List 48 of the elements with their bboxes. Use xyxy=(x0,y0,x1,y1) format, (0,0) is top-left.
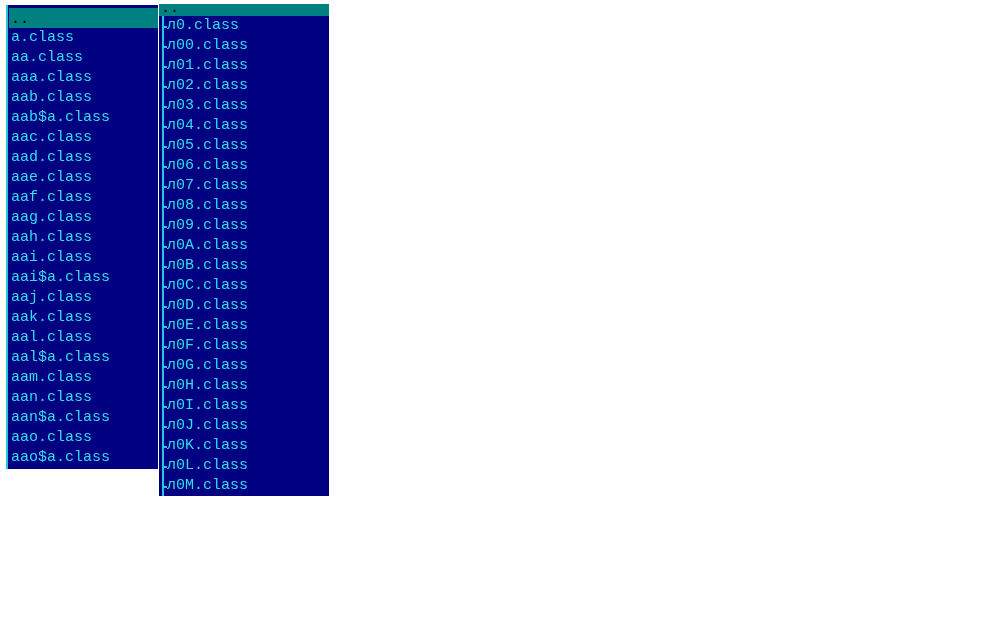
file-entry[interactable]: л0A.class xyxy=(164,236,329,256)
file-entry[interactable]: л0G.class xyxy=(164,356,329,376)
file-entry[interactable]: aab.class xyxy=(9,88,158,108)
file-entry[interactable]: aak.class xyxy=(9,308,158,328)
file-entry[interactable]: л01.class xyxy=(164,56,329,76)
file-entry[interactable]: л07.class xyxy=(164,176,329,196)
file-entry[interactable]: aad.class xyxy=(9,148,158,168)
file-entry[interactable]: л0.class xyxy=(164,16,329,36)
file-entry[interactable]: aal.class xyxy=(9,328,158,348)
file-entry[interactable]: л0C.class xyxy=(164,276,329,296)
file-entry[interactable]: aai.class xyxy=(9,248,158,268)
file-entry[interactable]: aaj.class xyxy=(9,288,158,308)
file-entry[interactable]: л0F.class xyxy=(164,336,329,356)
file-entry[interactable]: aac.class xyxy=(9,128,158,148)
file-entry[interactable]: aao$a.class xyxy=(9,448,158,468)
file-entry[interactable]: л0H.class xyxy=(164,376,329,396)
file-entry[interactable]: л09.class xyxy=(164,216,329,236)
file-entry[interactable]: л0D.class xyxy=(164,296,329,316)
file-entry[interactable]: л0J.class xyxy=(164,416,329,436)
file-entry[interactable]: aaa.class xyxy=(9,68,158,88)
file-entry[interactable]: aan.class xyxy=(9,388,158,408)
file-entry[interactable]: aag.class xyxy=(9,208,158,228)
parent-directory-entry[interactable]: .. xyxy=(9,8,158,28)
file-entry[interactable]: л05.class xyxy=(164,136,329,156)
parent-directory-entry[interactable]: .. xyxy=(159,4,329,16)
file-entry[interactable]: aae.class xyxy=(9,168,158,188)
file-entry[interactable]: л06.class xyxy=(164,156,329,176)
file-entry[interactable]: л04.class xyxy=(164,116,329,136)
file-entry[interactable]: aan$a.class xyxy=(9,408,158,428)
file-entry[interactable]: л0B.class xyxy=(164,256,329,276)
file-entry[interactable]: aa.class xyxy=(9,48,158,68)
file-entry[interactable]: л02.class xyxy=(164,76,329,96)
file-entry[interactable]: л0E.class xyxy=(164,316,329,336)
file-entry[interactable]: л0K.class xyxy=(164,436,329,456)
file-entry[interactable]: aai$a.class xyxy=(9,268,158,288)
file-entry[interactable]: л08.class xyxy=(164,196,329,216)
file-entry[interactable]: aaf.class xyxy=(9,188,158,208)
file-entry[interactable]: a.class xyxy=(9,28,158,48)
file-entry[interactable]: aam.class xyxy=(9,368,158,388)
file-entry[interactable]: л0M.class xyxy=(164,476,329,496)
file-entry[interactable]: л00.class xyxy=(164,36,329,56)
file-entry[interactable]: л03.class xyxy=(164,96,329,116)
file-entry[interactable]: aao.class xyxy=(9,428,158,448)
file-entry[interactable]: aab$a.class xyxy=(9,108,158,128)
file-entry[interactable]: aah.class xyxy=(9,228,158,248)
file-entry[interactable]: л0L.class xyxy=(164,456,329,476)
file-entry[interactable]: aal$a.class xyxy=(9,348,158,368)
file-entry[interactable]: л0I.class xyxy=(164,396,329,416)
